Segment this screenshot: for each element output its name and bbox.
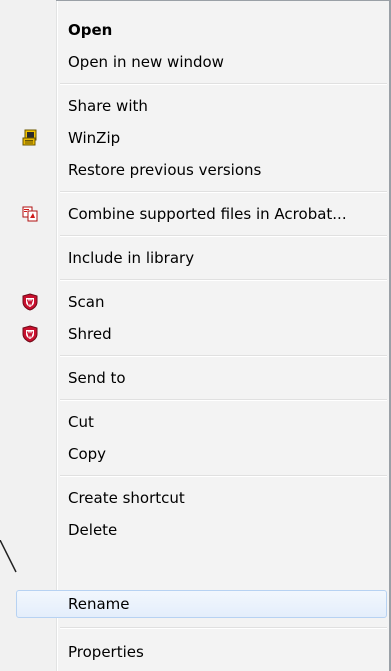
winzip-icon <box>22 129 37 146</box>
menu-separator <box>60 235 387 237</box>
menu-item-label: Scan <box>68 293 105 311</box>
menu-item-label: Include in library <box>68 249 195 267</box>
menu-item-label: Open in new window <box>68 53 224 71</box>
menu-separator <box>60 355 387 357</box>
menu-item-properties[interactable]: Properties <box>0 638 389 666</box>
menu-separator <box>60 475 387 477</box>
menu-item-label: Send to <box>68 369 126 387</box>
menu-item-label: Combine supported files in Acrobat... <box>68 205 347 223</box>
menu-item-label: Properties <box>68 643 144 661</box>
menu-item-open[interactable]: Open <box>0 16 389 44</box>
menu-item-open-in-new-window[interactable]: Open in new window <box>0 48 389 76</box>
menu-item-combine-in-acrobat[interactable]: Combine supported files in Acrobat... <box>0 200 389 228</box>
menu-separator <box>60 399 387 401</box>
menu-item-label: Rename <box>68 595 130 613</box>
mcafee-shield-icon <box>22 293 38 311</box>
menu-item-winzip[interactable]: WinZip <box>0 124 389 152</box>
menu-item-label: Open <box>68 21 113 39</box>
menu-item-label: Delete <box>68 521 118 539</box>
mcafee-shield-icon <box>22 325 38 343</box>
menu-item-label: WinZip <box>68 129 121 147</box>
menu-item-restore-previous-versions[interactable]: Restore previous versions <box>0 156 389 184</box>
menu-item-copy[interactable]: Copy <box>0 440 389 468</box>
acrobat-icon <box>22 206 38 222</box>
menu-item-delete[interactable]: Delete <box>0 516 389 544</box>
menu-item-share-with[interactable]: Share with <box>0 92 389 120</box>
menu-item-cut[interactable]: Cut <box>0 408 389 436</box>
callout-line <box>0 540 17 573</box>
menu-item-include-in-library[interactable]: Include in library <box>0 244 389 272</box>
menu-item-label: Share with <box>68 97 148 115</box>
context-menu: Open Open in new window Share with WinZi… <box>0 0 391 671</box>
menu-item-scan[interactable]: Scan <box>0 288 389 316</box>
menu-item-create-shortcut[interactable]: Create shortcut <box>0 484 389 512</box>
menu-item-label: Cut <box>68 413 94 431</box>
menu-item-label: Shred <box>68 325 112 343</box>
menu-item-label: Restore previous versions <box>68 161 262 179</box>
menu-item-label: Create shortcut <box>68 489 185 507</box>
menu-separator <box>60 191 387 193</box>
menu-item-rename[interactable]: Rename <box>16 590 387 618</box>
menu-item-send-to[interactable]: Send to <box>0 364 389 392</box>
menu-top-border <box>56 0 391 1</box>
menu-separator <box>60 627 387 629</box>
menu-separator <box>60 279 387 281</box>
menu-item-shred[interactable]: Shred <box>0 320 389 348</box>
menu-separator <box>60 83 387 85</box>
menu-item-label: Copy <box>68 445 107 463</box>
